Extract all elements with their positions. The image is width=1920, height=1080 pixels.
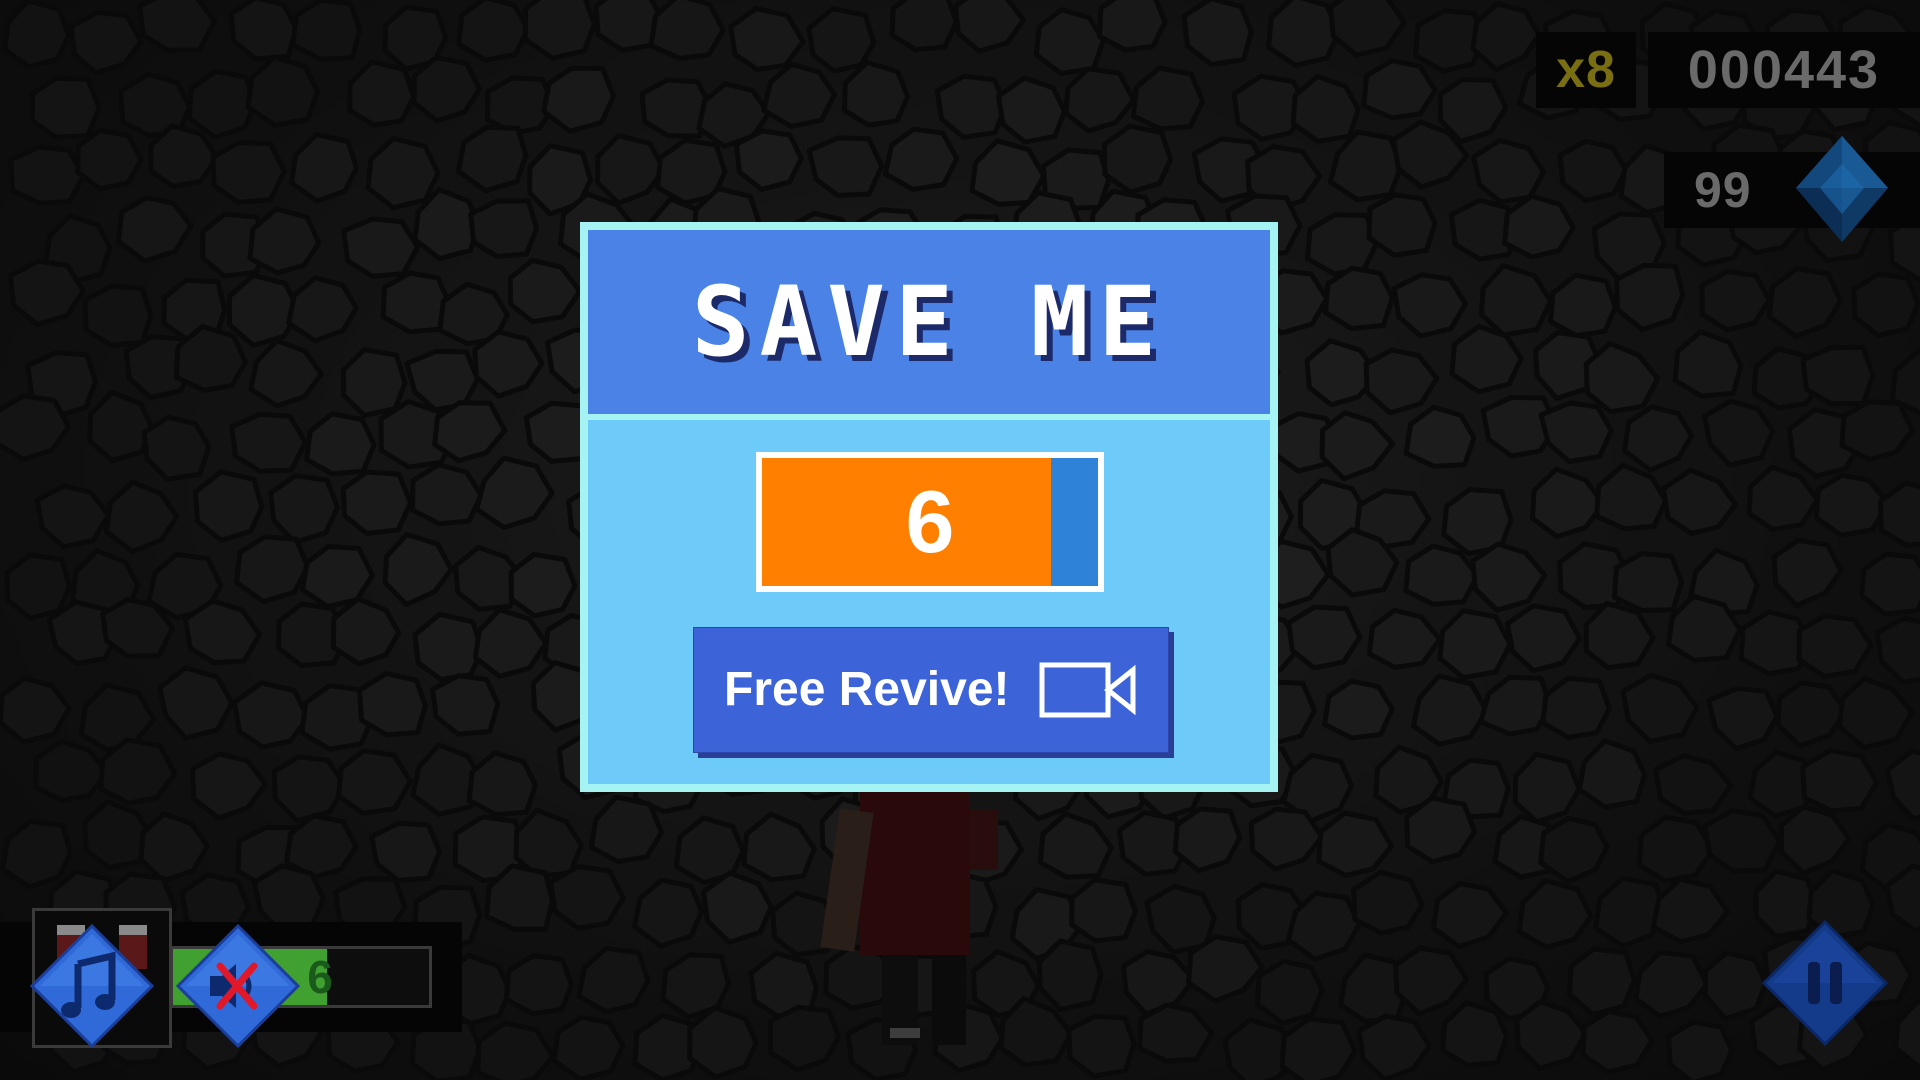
gem-count: 99: [1694, 162, 1752, 218]
countdown-number: 6: [905, 472, 955, 571]
dialog-header: SAVE ME: [588, 230, 1270, 414]
game-scene: x8 000443 99 SAVE ME 6 Free Revive! 6: [0, 0, 1920, 1080]
speaker-muted-icon: [175, 923, 301, 1049]
video-camera-icon: [1039, 662, 1136, 718]
pause-button[interactable]: [1761, 919, 1889, 1050]
free-revive-label: Free Revive!: [724, 663, 1010, 716]
sound-toggle-button[interactable]: [175, 923, 301, 1052]
pause-icon: [1761, 919, 1889, 1047]
blue-gem-icon: [1796, 136, 1888, 242]
multiplier-panel: x8: [1536, 32, 1636, 108]
score-value: 000443: [1687, 40, 1881, 100]
score-multiplier: x8: [1556, 41, 1616, 99]
revive-countdown-bar: 6: [756, 452, 1104, 592]
dialog-title: SAVE ME: [691, 266, 1167, 378]
music-note-icon: [29, 923, 155, 1049]
music-toggle-button[interactable]: [29, 923, 155, 1052]
score-panel: 000443: [1648, 32, 1920, 108]
free-revive-button[interactable]: Free Revive!: [693, 627, 1169, 753]
